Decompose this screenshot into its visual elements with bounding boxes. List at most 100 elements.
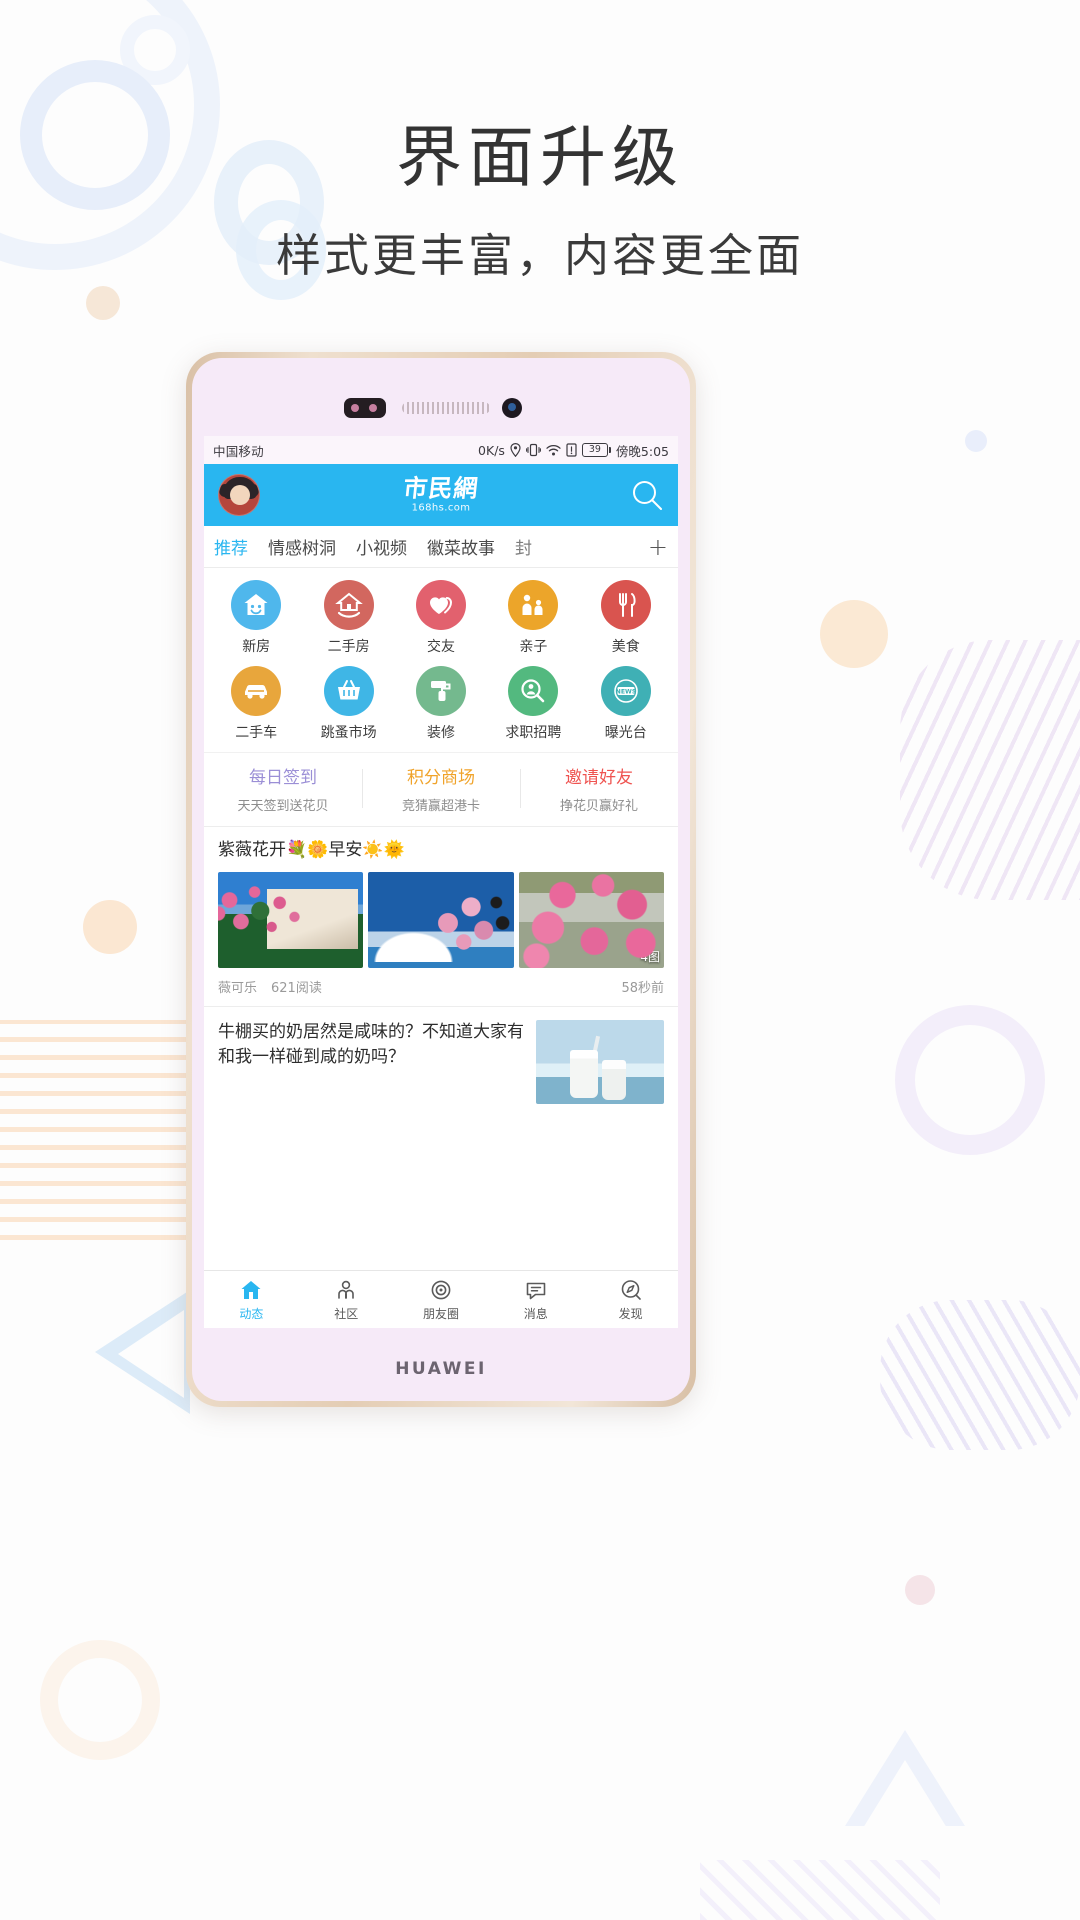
network-speed-label: 0K/s	[478, 442, 505, 458]
battery-cap	[608, 447, 611, 453]
paint-roller-icon	[415, 666, 466, 716]
promo-invite-friends[interactable]: 邀请好友 挣花贝赢好礼	[520, 763, 678, 814]
nav-item-label: 朋友圈	[422, 1306, 459, 1321]
promo-points-mall[interactable]: 积分商场 竞猜赢超港卡	[362, 763, 520, 814]
promo-subtitle: 天天签到送花贝	[237, 799, 329, 814]
battery-icon: 39	[581, 443, 611, 457]
decorative-dot	[86, 286, 120, 320]
front-camera-icon	[502, 398, 522, 418]
promo-page: 界面升级 样式更丰富，内容更全面 中国移动 0K/s 39 傍晚5:05 市民網…	[0, 0, 1080, 1920]
grid-item-label: 美食	[611, 639, 640, 655]
grid-item-food[interactable]: 美食	[580, 580, 672, 656]
grid-item-label: 求职招聘	[505, 725, 562, 741]
grid-item-exposure[interactable]: NEWS 曝光台	[580, 666, 672, 742]
app-logo-cn: 市民網	[402, 473, 481, 503]
nav-item-label: 发现	[618, 1306, 643, 1321]
nav-item-dongtai[interactable]: 动态	[204, 1278, 299, 1322]
fork-knife-icon	[600, 580, 651, 630]
community-icon	[299, 1278, 394, 1302]
phone-top-bezel	[192, 358, 690, 436]
list-item[interactable]: 牛棚买的奶居然是咸味的？不知道大家有和我一样碰到咸的奶吗？	[204, 1007, 678, 1118]
feed-list: 紫薇花开💐🌼早安☀️🌞 4图 薇可乐 621阅读 58秒前 牛棚买的奶居然是咸味…	[204, 827, 678, 1118]
grid-item-label: 跳蚤市场	[320, 725, 377, 741]
decorative-dot	[820, 600, 888, 668]
house-hand-icon	[323, 580, 374, 630]
promo-title: 每日签到	[249, 768, 317, 788]
news-badge-icon: NEWS	[600, 666, 651, 716]
decorative-stripes	[700, 1860, 940, 1920]
nav-item-label: 消息	[523, 1306, 548, 1321]
car-icon	[231, 666, 282, 716]
nav-item-shequ[interactable]: 社区	[299, 1278, 394, 1322]
decorative-stripes	[880, 1300, 1080, 1450]
decorative-triangle-inner	[863, 1760, 947, 1828]
promo-title: 邀请好友	[565, 768, 633, 788]
grid-item-used-car[interactable]: 二手车	[210, 666, 302, 742]
grid-item-renovation[interactable]: 装修	[395, 666, 487, 742]
job-search-icon	[508, 666, 559, 716]
nav-item-xiaoxi[interactable]: 消息	[488, 1278, 583, 1322]
phone-screen: 中国移动 0K/s 39 傍晚5:05 市民網 168hs.com 推荐 情感树…	[204, 436, 678, 1328]
promo-subtitle: 竞猜赢超港卡	[401, 799, 480, 814]
nav-item-label: 社区	[334, 1306, 359, 1321]
grid-item-label: 二手房	[327, 639, 370, 655]
nav-item-pengyouquan[interactable]: 朋友圈	[394, 1278, 489, 1322]
bottom-nav: 动态 社区 朋友圈 消息 发现	[204, 1270, 678, 1328]
milk-glass-photo[interactable]	[536, 1019, 664, 1104]
decorative-dot	[83, 900, 137, 954]
post-time: 58秒前	[621, 980, 664, 996]
list-item[interactable]: 紫薇花开💐🌼早安☀️🌞 4图 薇可乐 621阅读 58秒前	[204, 827, 678, 1007]
tab-more-partial[interactable]: 封	[515, 534, 532, 559]
decorative-stripes	[0, 1020, 210, 1240]
grid-item-jobs[interactable]: 求职招聘	[487, 666, 579, 742]
avatar[interactable]	[218, 474, 260, 516]
carrier-label: 中国移动	[213, 443, 264, 459]
status-icons: 0K/s 39 傍晚5:05	[478, 441, 669, 460]
grid-item-flea-market[interactable]: 跳蚤市场	[302, 666, 394, 742]
post-author: 薇可乐	[218, 980, 258, 996]
grid-item-dating[interactable]: 交友	[395, 580, 487, 656]
home-icon	[204, 1278, 299, 1302]
avatar-detail	[230, 485, 250, 505]
tab-short-video[interactable]: 小视频	[356, 534, 407, 559]
nav-item-label: 动态	[239, 1306, 264, 1321]
crape-myrtle-sky-photo[interactable]	[368, 871, 514, 968]
promo-daily-checkin[interactable]: 每日签到 天天签到送花贝	[204, 763, 362, 814]
moments-icon	[394, 1278, 489, 1302]
add-tab-button[interactable]: +	[648, 535, 668, 559]
clock-label: 傍晚5:05	[615, 443, 669, 459]
two-hearts-icon	[415, 580, 466, 630]
grid-item-label: 新房	[242, 639, 271, 655]
nav-item-faxian[interactable]: 发现	[583, 1278, 678, 1322]
app-logo: 市民網 168hs.com	[402, 473, 481, 514]
phone-bottom-bezel: HUAWEI	[192, 1328, 690, 1401]
photo-detail	[602, 1059, 626, 1100]
house-smile-icon	[231, 580, 282, 630]
post-meta: 薇可乐 621阅读 58秒前	[218, 977, 664, 996]
search-icon[interactable]	[630, 478, 664, 512]
image-count-badge: 4图	[640, 949, 660, 964]
parent-child-icon	[508, 580, 559, 630]
grid-item-parent-child[interactable]: 亲子	[487, 580, 579, 656]
grid-item-label: 装修	[426, 725, 455, 741]
grid-item-new-house[interactable]: 新房	[210, 580, 302, 656]
phone-body: 中国移动 0K/s 39 傍晚5:05 市民網 168hs.com 推荐 情感树…	[192, 358, 690, 1401]
status-bar: 中国移动 0K/s 39 傍晚5:05	[204, 436, 678, 464]
page-subtitle: 样式更丰富，内容更全面	[275, 229, 804, 283]
decorative-triangle-inner	[118, 1310, 184, 1398]
decorative-stripes	[900, 640, 1080, 900]
promo-row: 每日签到 天天签到送花贝 积分商场 竞猜赢超港卡 邀请好友 挣花贝赢好礼	[204, 752, 678, 827]
tab-emotion[interactable]: 情感树洞	[268, 534, 336, 559]
headline-block: 界面升级 样式更丰富，内容更全面	[0, 118, 1080, 284]
tab-recommend[interactable]: 推荐	[214, 534, 248, 559]
tab-hui-cuisine-story[interactable]: 徽菜故事	[427, 534, 495, 559]
decorative-ring	[895, 1005, 1045, 1155]
battery-level-label: 39	[581, 443, 608, 457]
app-header: 市民網 168hs.com	[204, 464, 678, 526]
crape-myrtle-house-photo[interactable]	[218, 871, 364, 968]
decorative-ring	[40, 1640, 160, 1760]
grid-item-second-hand-house[interactable]: 二手房	[302, 580, 394, 656]
decorative-dot	[905, 1575, 935, 1605]
crape-myrtle-close-photo[interactable]: 4图	[518, 871, 664, 968]
tab-bar: 推荐 情感树洞 小视频 徽菜故事 封 +	[204, 526, 678, 568]
